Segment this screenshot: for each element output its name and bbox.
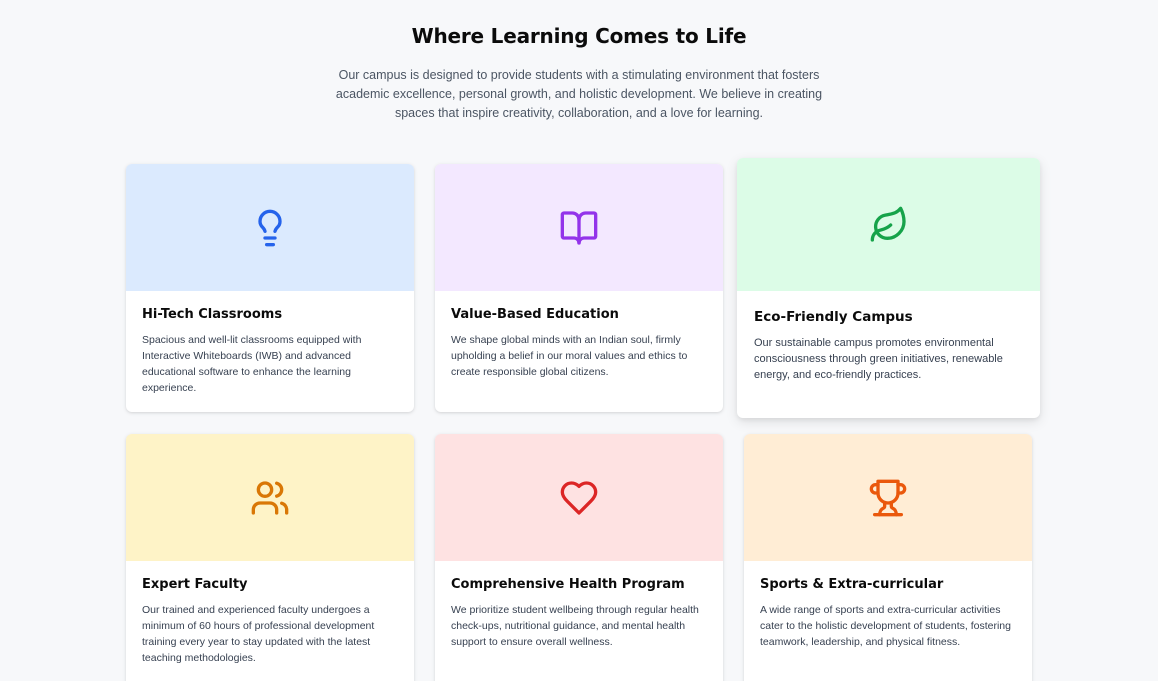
leaf-icon bbox=[870, 206, 906, 242]
trophy-icon bbox=[869, 479, 907, 516]
card-title: Sports & Extra-curricular bbox=[760, 577, 944, 592]
card-description: We shape global minds with an Indian sou… bbox=[451, 334, 688, 378]
section-header: Where Learning Comes to Life Our campus … bbox=[0, 24, 1158, 123]
users-icon bbox=[251, 480, 289, 515]
card-description: Spacious and well-lit classrooms equippe… bbox=[142, 334, 362, 394]
heart-icon bbox=[560, 480, 598, 515]
card-title: Hi-Tech Classrooms bbox=[142, 307, 283, 322]
feature-card-eco-friendly-campus: Eco-Friendly Campus Our sustainable camp… bbox=[737, 158, 1040, 418]
card-banner bbox=[126, 164, 414, 291]
section-subtitle: Our campus is designed to provide studen… bbox=[335, 68, 823, 120]
card-title: Value-Based Education bbox=[451, 307, 619, 322]
card-title: Eco-Friendly Campus bbox=[754, 309, 913, 325]
card-banner bbox=[435, 434, 723, 561]
book-open-icon bbox=[560, 210, 598, 245]
card-title: Expert Faculty bbox=[142, 577, 248, 592]
section-title: Where Learning Comes to Life bbox=[411, 24, 747, 48]
feature-card-value-based-education: Value-Based Education We shape global mi… bbox=[435, 164, 723, 412]
feature-card-hi-tech-classrooms: Hi-Tech Classrooms Spacious and well-lit… bbox=[126, 164, 414, 412]
card-banner bbox=[435, 164, 723, 291]
feature-card-expert-faculty: Expert Faculty Our trained and experienc… bbox=[126, 434, 414, 681]
card-description: Our trained and experienced faculty unde… bbox=[142, 604, 375, 664]
feature-card-sports-extra-curricular: Sports & Extra-curricular A wide range o… bbox=[744, 434, 1032, 681]
card-title: Comprehensive Health Program bbox=[451, 577, 685, 592]
card-description: A wide range of sports and extra-curricu… bbox=[760, 604, 1011, 648]
card-banner bbox=[744, 434, 1032, 561]
card-banner bbox=[126, 434, 414, 561]
card-banner bbox=[737, 158, 1040, 291]
feature-card-health-program: Comprehensive Health Program We prioriti… bbox=[435, 434, 723, 681]
card-description: Our sustainable campus promotes environm… bbox=[754, 337, 1003, 381]
card-description: We prioritize student wellbeing through … bbox=[451, 604, 699, 648]
lightbulb-icon bbox=[258, 209, 282, 246]
